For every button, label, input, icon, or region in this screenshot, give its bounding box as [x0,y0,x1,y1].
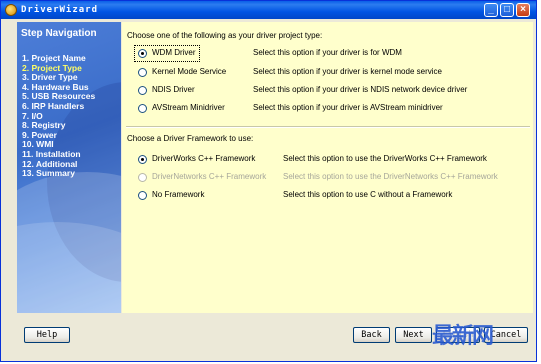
radio-button[interactable] [138,86,147,95]
step-navigation-heading: Step Navigation [21,28,97,39]
maximize-icon[interactable]: □ [500,3,514,17]
back-button[interactable]: Back [353,327,390,343]
avstream-minidriver-option[interactable]: AVStream Minidriver Select this option i… [122,102,533,116]
step-list: 1. Project Name 2. Project Type 3. Drive… [22,53,95,179]
option-label[interactable]: DriverWorks C++ Framework [152,154,255,163]
radio-button[interactable] [138,68,147,77]
window-title: DriverWizard [21,5,99,15]
option-description: Select this option to use the DriverNetw… [283,172,498,181]
close-icon[interactable]: × [516,3,530,17]
ndis-driver-option[interactable]: NDIS Driver Select this option if your d… [122,84,533,98]
watermark-logo: 最新网 [432,324,494,349]
title-bar[interactable]: DriverWizard _ □ × [1,1,536,19]
option-label[interactable]: NDIS Driver [152,85,195,94]
section-divider [126,126,530,128]
radio-button[interactable] [138,191,147,200]
option-description: Select this option to use C without a Fr… [283,190,453,199]
step-navigation-panel: Step Navigation 1. Project Name 2. Proje… [17,22,121,313]
drivernetworks-option: DriverNetworks C++ Framework Select this… [122,171,533,185]
radio-button[interactable] [138,155,147,164]
option-label[interactable]: Kernel Mode Service [152,67,226,76]
option-description: Select this option to use the DriverWork… [283,154,487,163]
radio-button[interactable] [138,49,147,58]
help-button[interactable]: Help [24,327,70,343]
step-item[interactable]: 13. Summary [22,169,95,179]
app-icon [5,4,17,16]
project-type-prompt: Choose one of the following as your driv… [127,31,323,40]
minimize-icon[interactable]: _ [484,3,498,17]
radio-button [138,173,147,182]
option-label[interactable]: WDM Driver [152,48,196,57]
option-description: Select this option if your driver is AVS… [253,103,443,112]
option-label[interactable]: AVStream Minidriver [152,103,225,112]
option-description: Select this option if your driver is for… [253,48,402,57]
option-description: Select this option if your driver is ker… [253,67,442,76]
radio-button[interactable] [138,104,147,113]
option-description: Select this option if your driver is NDI… [253,85,468,94]
no-framework-option[interactable]: No Framework Select this option to use C… [122,189,533,203]
wdm-driver-option[interactable]: WDM Driver Select this option if your dr… [122,45,533,62]
framework-prompt: Choose a Driver Framework to use: [127,134,254,143]
driverworks-option[interactable]: DriverWorks C++ Framework Select this op… [122,153,533,167]
option-label[interactable]: No Framework [152,190,204,199]
option-label: DriverNetworks C++ Framework [152,172,267,181]
content-panel: Choose one of the following as your driv… [122,22,533,313]
next-button[interactable]: Next [395,327,432,343]
kernel-mode-service-option[interactable]: Kernel Mode Service Select this option i… [122,66,533,80]
sidebar-decoration [17,222,121,313]
